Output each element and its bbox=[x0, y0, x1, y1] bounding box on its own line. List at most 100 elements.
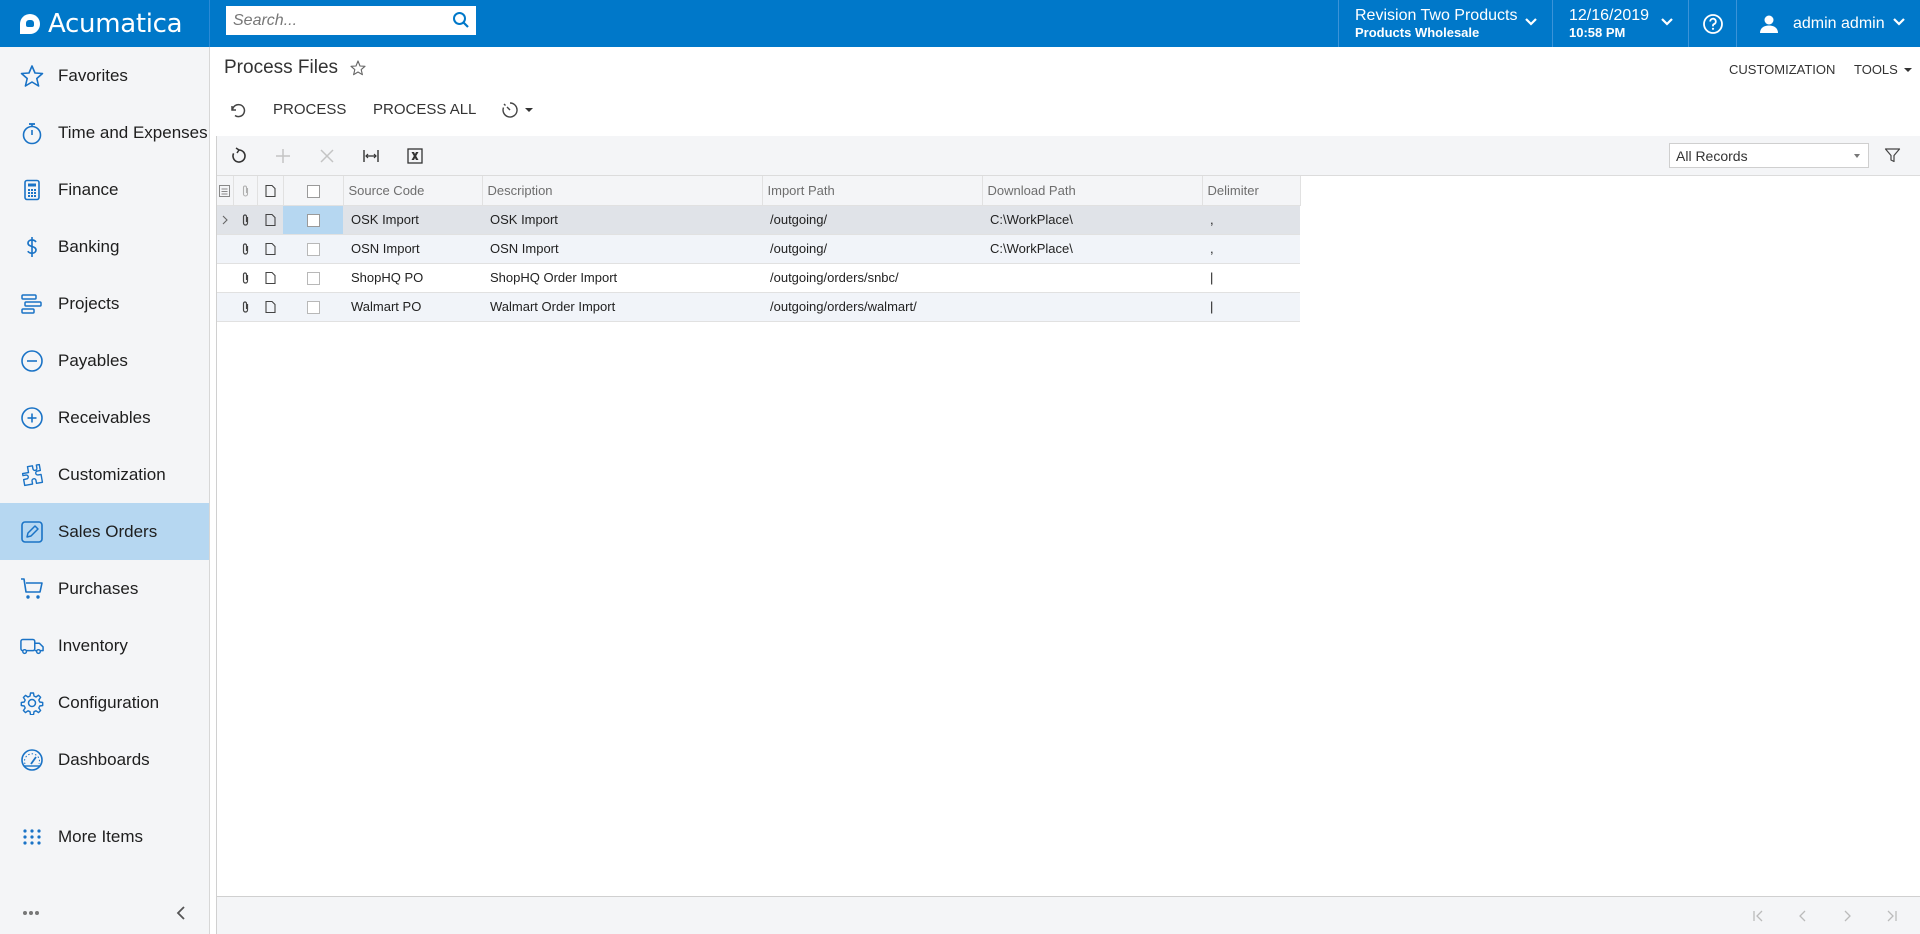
export-excel-icon[interactable] bbox=[406, 147, 424, 165]
files-cell[interactable] bbox=[233, 234, 257, 264]
row-checkbox[interactable] bbox=[306, 243, 320, 257]
row-selector[interactable] bbox=[217, 263, 233, 293]
cell-download-path[interactable]: C:\WorkPlace\ bbox=[982, 205, 1202, 235]
sidebar-item-finance[interactable]: Finance bbox=[0, 161, 209, 218]
schedule-button[interactable] bbox=[501, 101, 533, 119]
sidebar-item-projects[interactable]: Projects bbox=[0, 275, 209, 332]
company-selector[interactable]: Revision Two Products Products Wholesale bbox=[1338, 0, 1552, 47]
notes-cell[interactable] bbox=[257, 205, 283, 235]
select-all-header[interactable] bbox=[283, 176, 344, 206]
cell-delimiter[interactable]: , bbox=[1202, 205, 1300, 235]
sidebar-item-configuration[interactable]: Configuration bbox=[0, 674, 209, 731]
notes-column-header[interactable] bbox=[257, 176, 284, 206]
process-all-button[interactable]: PROCESS ALL bbox=[373, 101, 476, 118]
add-to-favorites-star-icon[interactable] bbox=[350, 60, 366, 76]
customization-menu[interactable]: CUSTOMIZATION bbox=[1729, 62, 1835, 77]
cell-import-path[interactable]: /outgoing/ bbox=[762, 234, 982, 264]
sidebar-item-more-items[interactable]: More Items bbox=[0, 808, 209, 865]
column-header-download-path[interactable]: Download Path bbox=[982, 176, 1203, 206]
help-icon bbox=[1702, 13, 1723, 34]
files-cell[interactable] bbox=[233, 263, 257, 293]
cell-source-code[interactable]: ShopHQ PO bbox=[343, 263, 482, 293]
cell-delimiter[interactable]: , bbox=[1202, 234, 1300, 264]
sidebar-item-customization[interactable]: Customization bbox=[0, 446, 209, 503]
refresh-icon[interactable] bbox=[230, 147, 248, 165]
cell-import-path[interactable]: /outgoing/orders/snbc/ bbox=[762, 263, 982, 293]
cell-description[interactable]: Walmart Order Import bbox=[482, 292, 762, 322]
notes-cell[interactable] bbox=[257, 292, 283, 322]
cell-download-path[interactable]: C:\WorkPlace\ bbox=[982, 234, 1202, 264]
table-row[interactable]: Walmart PO Walmart Order Import /outgoin… bbox=[217, 292, 1300, 322]
sidebar-item-favorites[interactable]: Favorites bbox=[0, 47, 209, 104]
cell-source-code[interactable]: Walmart PO bbox=[343, 292, 482, 322]
user-menu[interactable]: admin admin bbox=[1736, 0, 1920, 47]
select-cell[interactable] bbox=[283, 292, 343, 322]
business-date-selector[interactable]: 12/16/2019 10:58 PM bbox=[1552, 0, 1688, 47]
select-cell[interactable] bbox=[283, 263, 343, 293]
fit-columns-icon[interactable] bbox=[362, 147, 380, 165]
files-cell[interactable] bbox=[233, 292, 257, 322]
ellipsis-icon[interactable] bbox=[22, 910, 40, 916]
process-button[interactable]: PROCESS bbox=[273, 101, 346, 118]
sidebar-item-sales-orders[interactable]: Sales Orders bbox=[0, 503, 209, 560]
records-filter-select[interactable]: All Records bbox=[1669, 143, 1869, 168]
undo-icon[interactable] bbox=[228, 101, 246, 119]
search-input[interactable] bbox=[226, 7, 446, 34]
row-checkbox[interactable] bbox=[306, 301, 320, 315]
cell-import-path[interactable]: /outgoing/orders/walmart/ bbox=[762, 292, 982, 322]
sidebar-item-banking[interactable]: Banking bbox=[0, 218, 209, 275]
collapse-sidebar-icon[interactable] bbox=[174, 905, 188, 921]
row-selector-header[interactable] bbox=[217, 176, 234, 206]
cell-download-path[interactable] bbox=[982, 292, 1202, 322]
delete-row-icon[interactable] bbox=[318, 147, 336, 165]
column-header-import-path[interactable]: Import Path bbox=[762, 176, 983, 206]
cell-source-code[interactable]: OSN Import bbox=[343, 234, 482, 264]
column-header-description[interactable]: Description bbox=[482, 176, 763, 206]
row-checkbox[interactable] bbox=[306, 214, 320, 228]
column-header-delimiter[interactable]: Delimiter bbox=[1202, 176, 1301, 206]
notes-cell[interactable] bbox=[257, 234, 283, 264]
cell-delimiter[interactable]: | bbox=[1202, 263, 1300, 293]
notes-cell[interactable] bbox=[257, 263, 283, 293]
column-header-source-code[interactable]: Source Code bbox=[343, 176, 483, 206]
sidebar-item-purchases[interactable]: Purchases bbox=[0, 560, 209, 617]
sidebar-item-time-and-expenses[interactable]: Time and Expenses bbox=[0, 104, 209, 161]
filter-icon[interactable] bbox=[1884, 147, 1901, 164]
row-selector[interactable] bbox=[217, 205, 233, 235]
cell-delimiter[interactable]: | bbox=[1202, 292, 1300, 322]
row-checkbox[interactable] bbox=[306, 272, 320, 286]
chevron-right-icon bbox=[222, 215, 228, 225]
cell-import-path[interactable]: /outgoing/ bbox=[762, 205, 982, 235]
cart-icon bbox=[21, 577, 43, 599]
sidebar-item-inventory[interactable]: Inventory bbox=[0, 617, 209, 674]
table-row[interactable]: OSK Import OSK Import /outgoing/ C:\Work… bbox=[217, 205, 1300, 235]
first-page-icon[interactable] bbox=[1751, 908, 1767, 924]
sidebar-item-receivables[interactable]: Receivables bbox=[0, 389, 209, 446]
select-cell[interactable] bbox=[283, 205, 343, 235]
previous-page-icon[interactable] bbox=[1795, 908, 1811, 924]
table-row[interactable]: OSN Import OSN Import /outgoing/ C:\Work… bbox=[217, 234, 1300, 264]
cell-source-code[interactable]: OSK Import bbox=[343, 205, 482, 235]
paperclip-icon bbox=[242, 185, 248, 197]
sidebar-item-payables[interactable]: Payables bbox=[0, 332, 209, 389]
row-selector[interactable] bbox=[217, 234, 233, 264]
logo[interactable]: Acumatica bbox=[0, 0, 210, 47]
cell-description[interactable]: ShopHQ Order Import bbox=[482, 263, 762, 293]
row-selector[interactable] bbox=[217, 292, 233, 322]
files-cell[interactable] bbox=[233, 205, 257, 235]
cell-download-path[interactable] bbox=[982, 263, 1202, 293]
select-all-checkbox[interactable] bbox=[306, 184, 320, 198]
help-button[interactable] bbox=[1688, 0, 1736, 47]
next-page-icon[interactable] bbox=[1839, 908, 1855, 924]
table-row[interactable]: ShopHQ PO ShopHQ Order Import /outgoing/… bbox=[217, 263, 1300, 293]
add-row-icon[interactable] bbox=[274, 147, 292, 165]
cell-description[interactable]: OSN Import bbox=[482, 234, 762, 264]
last-page-icon[interactable] bbox=[1883, 908, 1899, 924]
sidebar-item-dashboards[interactable]: Dashboards bbox=[0, 731, 209, 788]
tools-menu[interactable]: TOOLS bbox=[1854, 62, 1912, 77]
search-icon[interactable] bbox=[452, 11, 470, 29]
cell-description[interactable]: OSK Import bbox=[482, 205, 762, 235]
files-column-header[interactable] bbox=[233, 176, 258, 206]
select-cell[interactable] bbox=[283, 234, 343, 264]
sidebar-item-label: Purchases bbox=[58, 578, 139, 598]
